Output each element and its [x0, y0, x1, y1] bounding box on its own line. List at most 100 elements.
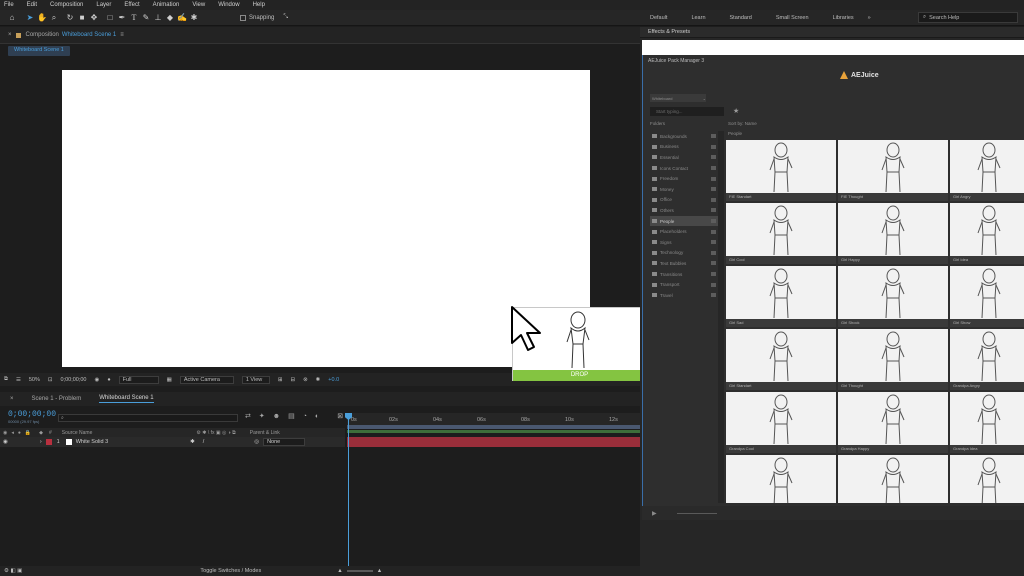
folder-item[interactable]: Placeholders	[650, 226, 722, 237]
menu-layer[interactable]: Layer	[96, 2, 111, 8]
eraser-tool-icon[interactable]: ◆	[164, 12, 176, 24]
pickwhip-icon[interactable]: ◎	[254, 439, 259, 445]
workspace-small-screen[interactable]: Small Screen	[776, 15, 809, 21]
puppet-tool-icon[interactable]: ✱	[188, 12, 200, 24]
folder-item[interactable]: Signs	[650, 237, 722, 248]
folder-item[interactable]: Business	[650, 142, 722, 153]
character-thumbnail[interactable]: Girl Happy	[838, 203, 948, 264]
rotate-tool-icon[interactable]: ↻	[64, 12, 76, 24]
timeline-tab-scene1[interactable]: Scene 1 - Problem	[32, 396, 82, 402]
effects-search-area[interactable]	[642, 40, 1024, 55]
menu-view[interactable]: View	[192, 2, 205, 8]
brush-tool-icon[interactable]: ✎	[140, 12, 152, 24]
exposure-value[interactable]: +0.0	[328, 377, 339, 383]
character-thumbnail[interactable]	[950, 455, 1024, 503]
folder-item[interactable]: Text Bubbles	[650, 258, 722, 269]
parent-select[interactable]: None	[263, 438, 306, 446]
timeline-search-input[interactable]: ⌕	[58, 414, 238, 422]
folder-item[interactable]: Icons Contact	[650, 163, 722, 174]
composition-tab-name[interactable]: Whiteboard Scene 1	[62, 32, 116, 38]
character-thumbnail[interactable]: Girl Show	[950, 266, 1024, 327]
hand-tool-icon[interactable]: ✋	[36, 12, 48, 24]
mask-visibility-icon[interactable]: ☰	[16, 377, 21, 383]
type-tool-icon[interactable]: T	[128, 12, 140, 24]
zoom-select[interactable]: 50%	[29, 377, 40, 383]
folder-item[interactable]: Freedom	[650, 173, 722, 184]
flowchart-icon[interactable]: ⊗	[303, 377, 308, 383]
work-area-bar[interactable]	[347, 425, 640, 429]
menu-composition[interactable]: Composition	[50, 2, 83, 8]
layer-switches-icon[interactable]: ⚙ ◧ ▣	[4, 568, 22, 574]
play-icon[interactable]: ▶	[652, 510, 657, 517]
character-thumbnail[interactable]: Girl Sad	[726, 266, 836, 327]
source-name-header[interactable]: Source Name	[62, 430, 93, 436]
menu-effect[interactable]: Effect	[124, 2, 139, 8]
workspace-learn[interactable]: Learn	[691, 15, 705, 21]
character-thumbnail[interactable]: Girl Cool	[726, 203, 836, 264]
menu-animation[interactable]: Animation	[153, 2, 180, 8]
always-preview-icon[interactable]: ⧉	[4, 376, 8, 383]
timeline-close-icon[interactable]: ×	[10, 396, 14, 402]
menu-help[interactable]: Help	[253, 2, 265, 8]
roto-brush-tool-icon[interactable]: ✍	[176, 12, 188, 24]
region-of-interest-icon[interactable]: ⊡	[48, 377, 53, 383]
workspace-standard[interactable]: Standard	[730, 15, 752, 21]
playhead-line[interactable]	[348, 414, 349, 566]
character-thumbnail[interactable]: Grandpa Cool	[726, 392, 836, 453]
menu-edit[interactable]: Edit	[27, 2, 37, 8]
current-timecode[interactable]: 0;00;00;00	[8, 410, 56, 419]
folder-item[interactable]: People	[650, 215, 722, 227]
toggle-switches-modes[interactable]: Toggle Switches / Modes	[200, 568, 261, 574]
parent-link-header[interactable]: Parent & Link	[250, 430, 280, 436]
character-thumbnail[interactable]: Grandpa Idea	[950, 392, 1024, 453]
layer-switch-shy-icon[interactable]: ✱	[190, 439, 195, 445]
folder-scrollbar[interactable]	[718, 131, 724, 503]
menu-window[interactable]: Window	[218, 2, 239, 8]
folder-item[interactable]: Office	[650, 195, 722, 206]
zoom-in-icon[interactable]: ▲	[377, 568, 382, 574]
search-help-field[interactable]: ⌕ Search Help	[918, 12, 1018, 23]
character-thumbnail[interactable]: Girl Thought	[838, 329, 948, 390]
layer-expand-icon[interactable]: ›	[40, 439, 42, 445]
layer-duration-bar[interactable]	[347, 437, 640, 447]
camera-tool-icon[interactable]: ■	[76, 12, 88, 24]
pen-tool-icon[interactable]: ✒	[116, 12, 128, 24]
toggle-pixel-aspect-icon[interactable]: ⊞	[278, 377, 283, 383]
effects-panel-title[interactable]: Effects & Presets	[640, 27, 1024, 38]
rectangle-tool-icon[interactable]: □	[104, 12, 116, 24]
layer-visibility-icon[interactable]: ◉	[3, 439, 8, 445]
pan-behind-tool-icon[interactable]: ✥	[88, 12, 100, 24]
motion-blur-icon[interactable]: ◔	[303, 413, 307, 420]
layer-row[interactable]: ◉ › 1 White Solid 3 ✱ / ◎ None	[0, 437, 345, 447]
folder-item[interactable]: Travel	[650, 290, 722, 301]
layer-label-color[interactable]	[45, 439, 52, 445]
clone-stamp-tool-icon[interactable]: ⊥	[152, 12, 164, 24]
character-thumbnail[interactable]: Girl Angry	[950, 140, 1024, 201]
resolution-select[interactable]: Full	[118, 375, 159, 384]
selection-tool-icon[interactable]: ➤	[24, 12, 36, 24]
reset-exposure-icon[interactable]: ✺	[316, 377, 321, 383]
camera-select[interactable]: Active Camera	[179, 375, 234, 384]
folder-item[interactable]: Transport	[650, 279, 722, 290]
graph-toggle-icon[interactable]: ⊠	[337, 412, 343, 420]
time-display[interactable]: 0;00;00;00	[61, 377, 87, 383]
snapshot-icon[interactable]: ◉	[95, 377, 100, 383]
favorites-star-icon[interactable]: ★	[733, 107, 739, 115]
character-thumbnail[interactable]: Girl Standart	[726, 329, 836, 390]
folder-item[interactable]: Money	[650, 184, 722, 195]
more-workspaces-icon[interactable]: »	[868, 15, 871, 21]
workspace-libraries[interactable]: Libraries	[833, 15, 854, 21]
pack-dropdown[interactable]: Whiteboard ⌄	[650, 94, 706, 102]
character-thumbnail[interactable]: FIE Standart	[726, 140, 836, 201]
draft-3d-icon[interactable]: ✦	[259, 412, 265, 420]
transparency-grid-icon[interactable]: ▦	[167, 377, 172, 383]
layer-name[interactable]: White Solid 3	[76, 439, 108, 445]
character-thumbnail[interactable]	[838, 455, 948, 503]
character-thumbnail[interactable]: Grandpa Happy	[838, 392, 948, 453]
fast-preview-icon[interactable]: ⊟	[290, 377, 295, 383]
character-thumbnail[interactable]: Girl Idea	[950, 203, 1024, 264]
character-thumbnail[interactable]	[726, 455, 836, 503]
character-thumbnail[interactable]: Girl Shock	[838, 266, 948, 327]
shy-layers-icon[interactable]: ☻	[273, 413, 280, 420]
sort-select[interactable]: Sort by: Name	[728, 121, 757, 126]
